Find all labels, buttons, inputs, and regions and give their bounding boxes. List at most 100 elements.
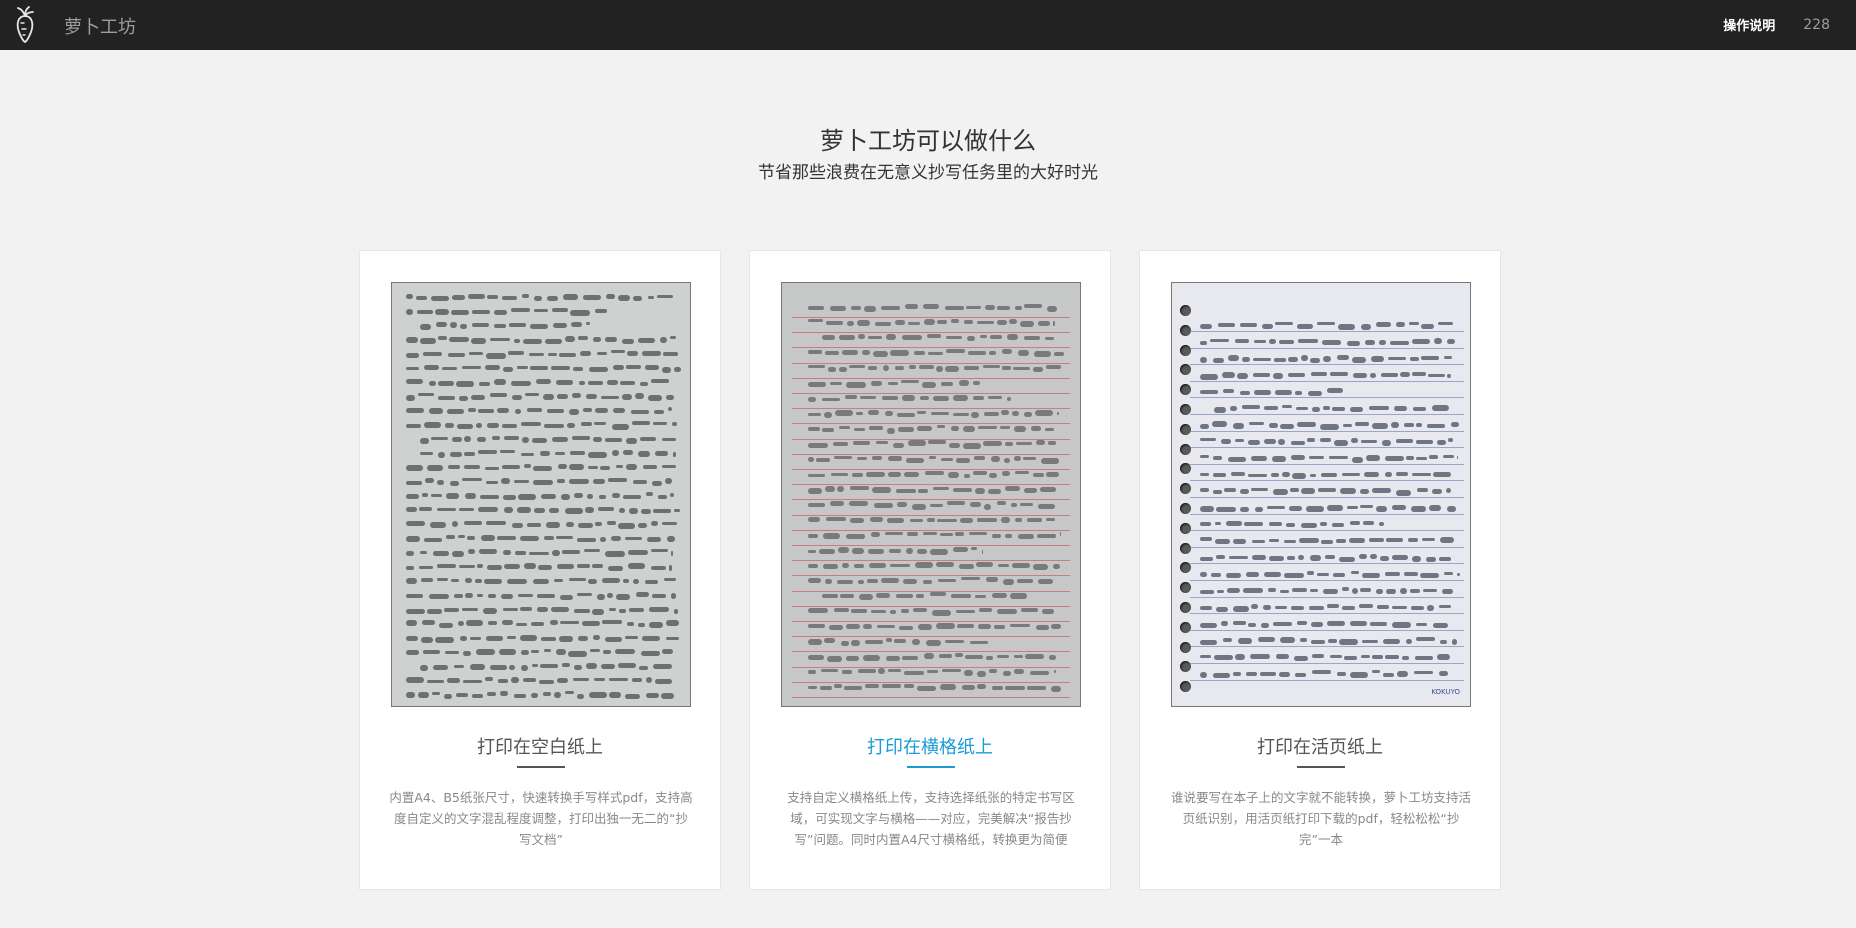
- handwriting-stroke: [497, 407, 510, 414]
- red-ruled-line: [792, 347, 1070, 349]
- handwriting-stroke: [1310, 639, 1325, 644]
- handwriting-stroke: [420, 337, 436, 344]
- handwriting-stroke: [500, 594, 513, 600]
- handwriting-stroke: [1416, 439, 1434, 444]
- handwriting-stroke: [634, 393, 644, 399]
- handwriting-stroke: [1247, 622, 1256, 627]
- handwriting-stroke: [1029, 671, 1050, 675]
- red-ruled-line: [792, 332, 1070, 334]
- handwriting-stroke: [1358, 554, 1367, 560]
- handwriting-stroke: [608, 478, 628, 482]
- handwriting-stroke: [1335, 538, 1346, 544]
- handwriting-stroke: [456, 380, 474, 387]
- handwriting-stroke: [1428, 455, 1438, 459]
- handwriting-stroke: [1457, 455, 1458, 460]
- red-ruled-line: [792, 393, 1070, 394]
- handwriting-stroke: [999, 426, 1011, 430]
- handwriting-stroke: [611, 423, 629, 430]
- handwriting-stroke: [1214, 407, 1227, 414]
- handwriting-stroke: [426, 679, 445, 684]
- handwriting-stroke: [908, 440, 926, 447]
- handwriting-stroke: [916, 594, 925, 599]
- handwriting-stroke: [1292, 587, 1307, 592]
- handwriting-stroke: [502, 465, 521, 469]
- top-navbar: 萝卜工坊 操作说明 228: [0, 0, 1856, 50]
- handwriting-stroke: [841, 640, 849, 646]
- handwriting-stroke: [874, 321, 891, 326]
- handwriting-stroke: [657, 294, 673, 298]
- handwriting-stroke: [808, 365, 825, 369]
- handwriting-stroke: [986, 655, 994, 661]
- handwriting-stroke: [929, 455, 936, 460]
- handwriting-stroke: [406, 366, 420, 371]
- card-title-lined[interactable]: 打印在横格纸上: [750, 733, 1110, 759]
- handwriting-stroke: [531, 649, 539, 654]
- handwriting-stroke: [902, 395, 916, 401]
- handwriting-stroke: [650, 565, 667, 570]
- carrot-icon[interactable]: [10, 4, 40, 44]
- handwriting-stroke: [468, 351, 483, 356]
- handwriting-stroke: [476, 593, 483, 598]
- handwriting-stroke: [1045, 336, 1055, 341]
- handwriting-stroke: [484, 364, 501, 371]
- handwriting-stroke: [471, 394, 486, 401]
- handwriting-stroke: [977, 321, 995, 325]
- handwriting-stroke: [558, 352, 576, 358]
- handwriting-stroke: [615, 649, 635, 654]
- handwriting-stroke: [503, 607, 518, 611]
- handwriting-stroke: [828, 625, 844, 630]
- handwriting-stroke: [470, 637, 482, 641]
- handwriting-stroke: [939, 684, 957, 690]
- handwriting-stroke: [494, 323, 506, 328]
- handwriting-stroke: [646, 536, 662, 543]
- handwriting-stroke: [1326, 621, 1345, 626]
- handwriting-stroke: [977, 671, 986, 677]
- handwriting-stroke: [1052, 321, 1055, 326]
- handwriting-stroke: [448, 352, 465, 357]
- handwriting-stroke: [627, 550, 648, 555]
- handwriting-stroke: [406, 294, 414, 300]
- handwriting-stroke: [1386, 538, 1404, 542]
- handwriting-stroke: [1448, 438, 1454, 442]
- handwriting-stroke: [573, 665, 583, 671]
- handwriting-stroke: [1289, 506, 1302, 512]
- handwriting-stroke: [1324, 554, 1336, 559]
- handwriting-stroke: [842, 562, 849, 569]
- card-title-loose-leaf[interactable]: 打印在活页纸上: [1140, 733, 1500, 759]
- handwriting-stroke: [1053, 563, 1060, 570]
- handwriting-stroke: [1214, 654, 1233, 660]
- handwriting-stroke: [1408, 537, 1418, 542]
- handwriting-stroke: [922, 579, 933, 585]
- card-underline: [1297, 766, 1345, 768]
- handwriting-stroke: [1384, 471, 1393, 477]
- handwriting-stroke: [645, 364, 659, 370]
- handwriting-stroke: [457, 620, 464, 626]
- handwriting-stroke: [1009, 593, 1027, 599]
- red-ruled-line: [792, 438, 1070, 440]
- handwriting-stroke: [1023, 336, 1041, 341]
- handwriting-stroke: [859, 594, 874, 600]
- handwriting-stroke: [441, 367, 458, 371]
- handwriting-stroke: [545, 338, 562, 344]
- handwriting-stroke: [419, 551, 427, 555]
- handwriting-stroke: [852, 440, 871, 445]
- handwriting-stroke: [1346, 505, 1358, 510]
- handwriting-stroke: [885, 638, 892, 642]
- blue-ruled-line: [1190, 331, 1464, 332]
- handwriting-stroke: [1395, 438, 1413, 443]
- handwriting-stroke: [511, 523, 523, 528]
- handwriting-stroke: [513, 693, 526, 698]
- handwriting-stroke: [1421, 323, 1434, 330]
- handwriting-stroke: [1404, 422, 1414, 427]
- handwriting-stroke: [1415, 637, 1436, 641]
- binder-hole: [1180, 542, 1191, 554]
- handwriting-stroke: [1328, 455, 1349, 460]
- nav-right: 操作说明 228: [1723, 15, 1830, 35]
- brand-link[interactable]: 萝卜工坊: [64, 13, 136, 39]
- help-link[interactable]: 操作说明: [1723, 15, 1775, 34]
- handwriting-stroke: [1309, 473, 1316, 478]
- card-title-blank[interactable]: 打印在空白纸上: [360, 733, 720, 759]
- handwriting-stroke: [951, 594, 971, 599]
- handwriting-stroke: [406, 480, 423, 485]
- handwriting-stroke: [1212, 455, 1223, 461]
